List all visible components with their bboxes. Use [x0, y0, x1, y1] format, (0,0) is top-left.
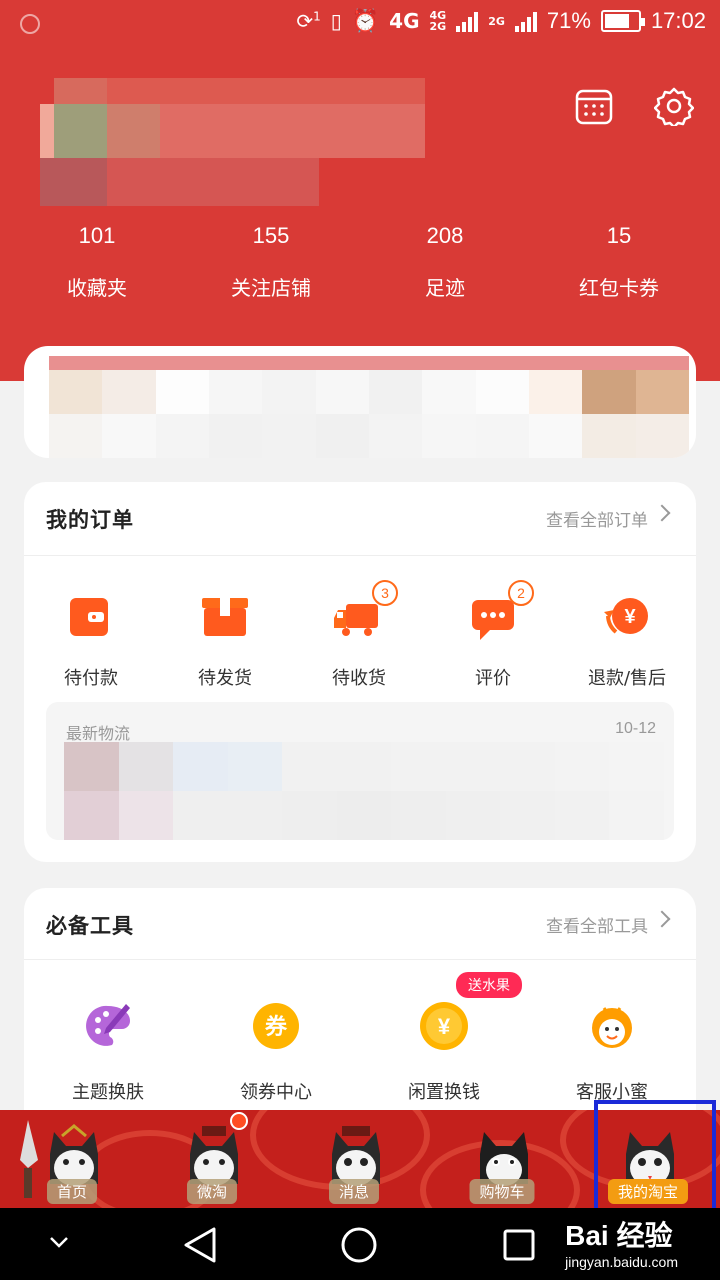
net-dual-label: 4G 2G	[429, 9, 447, 33]
tab-weitao[interactable]: 微淘	[140, 1110, 284, 1208]
order-refund-aftersales[interactable]: ¥ 退款/售后	[560, 590, 694, 690]
tab-cart[interactable]: 购物车	[430, 1110, 574, 1208]
clock: 17:02	[650, 8, 706, 33]
stat-followed-shops[interactable]: 155 关注店铺	[184, 218, 358, 301]
chevron-right-icon	[653, 910, 671, 928]
tools-title: 必备工具	[46, 914, 134, 938]
chevron-down-icon[interactable]	[48, 1234, 70, 1250]
order-review[interactable]: 2 评价	[426, 580, 560, 690]
home-circle-icon[interactable]	[340, 1226, 378, 1264]
notification-icon	[20, 14, 40, 34]
status-icons: ⟳1 ▯ ⏰ 4G 4G 2G 2G 71% 17:02	[296, 8, 706, 34]
review-count-badge: 2	[508, 580, 534, 606]
orders-title: 我的订单	[46, 508, 134, 532]
latest-logistics-panel[interactable]: 最新物流 10-12	[46, 702, 674, 840]
tab-messages[interactable]: 消息	[282, 1110, 426, 1208]
stat-footprints[interactable]: 208 足迹	[358, 218, 532, 301]
settings-gear-icon[interactable]	[654, 86, 694, 126]
refund-icon: ¥	[604, 598, 648, 634]
net-2g-label: 2G	[488, 14, 505, 28]
package-icon	[202, 598, 248, 636]
wallet-icon	[70, 598, 108, 636]
logistics-title: 最新物流	[66, 724, 131, 743]
profile-header: 101 收藏夹 155 关注店铺 208 足迹 15 红包卡券	[0, 50, 720, 381]
signal-icon-2	[514, 10, 537, 32]
baidu-jingyan-watermark: Bai 经验 jingyan.baidu.com	[565, 1220, 678, 1270]
status-bar: ⟳1 ▯ ⏰ 4G 4G 2G 2G 71% 17:02	[0, 0, 720, 50]
send-fruit-badge: 送水果	[456, 972, 522, 998]
signal-icon	[456, 10, 479, 32]
order-pending-shipment[interactable]: 待发货	[158, 590, 292, 690]
recents-square-icon[interactable]	[502, 1228, 536, 1262]
net-4g-label: 4G	[389, 9, 420, 33]
battery-icon	[600, 10, 645, 32]
weitao-notification-dot	[230, 1112, 248, 1130]
coupon-icon: 券	[253, 1003, 299, 1049]
tool-customer-service[interactable]: 客服小蜜	[528, 1000, 696, 1104]
highlight-annotation-box	[594, 1100, 716, 1218]
vibrate-icon: ▯	[330, 9, 342, 33]
promo-banner[interactable]	[24, 346, 696, 458]
tools-card-header: 必备工具 查看全部工具	[24, 888, 696, 960]
svg-text:¥: ¥	[438, 1014, 451, 1039]
tool-coupon-center[interactable]: 券 领券中心	[192, 1000, 360, 1104]
battery-percent: 71%	[546, 8, 591, 33]
logistics-date: 10-12	[615, 720, 656, 737]
promo-mosaic	[49, 370, 689, 458]
order-pending-payment[interactable]: 待付款	[24, 590, 158, 690]
order-pending-receipt[interactable]: 3 待收货	[292, 580, 426, 690]
bee-icon	[592, 1007, 632, 1048]
tools-row: 主题换肤 券 领券中心 送水果 ¥ 闲置换钱 客服小蜜	[24, 972, 696, 1104]
orders-card: 我的订单 查看全部订单 待付款 待发货 3 待收货 2 评价 ¥ 退款/售后 最…	[24, 482, 696, 862]
tool-theme-skin[interactable]: 主题换肤	[24, 1000, 192, 1104]
palette-icon	[86, 1004, 130, 1046]
stat-coupons[interactable]: 15 红包卡券	[532, 218, 706, 301]
svg-text:券: 券	[264, 1014, 288, 1040]
svg-text:¥: ¥	[624, 606, 636, 628]
alarm-icon: ⏰	[351, 8, 380, 34]
chevron-right-icon	[653, 504, 671, 522]
receipt-count-badge: 3	[372, 580, 398, 606]
tool-sell-idle[interactable]: 送水果 ¥ 闲置换钱	[360, 972, 528, 1104]
order-status-row: 待付款 待发货 3 待收货 2 评价 ¥ 退款/售后	[24, 580, 696, 690]
yuan-coin-icon: ¥	[420, 1002, 468, 1050]
calendar-icon[interactable]	[574, 86, 614, 126]
tab-home[interactable]: 首页	[0, 1110, 144, 1208]
user-profile-mosaic[interactable]	[40, 78, 425, 206]
stats-row: 101 收藏夹 155 关注店铺 208 足迹 15 红包卡券	[0, 218, 720, 301]
volte-icon: ⟳1	[296, 9, 321, 33]
orders-card-header: 我的订单 查看全部订单	[24, 482, 696, 556]
stat-favorites[interactable]: 101 收藏夹	[10, 218, 184, 301]
logistics-mosaic	[64, 742, 664, 840]
back-triangle-icon[interactable]	[182, 1226, 220, 1264]
